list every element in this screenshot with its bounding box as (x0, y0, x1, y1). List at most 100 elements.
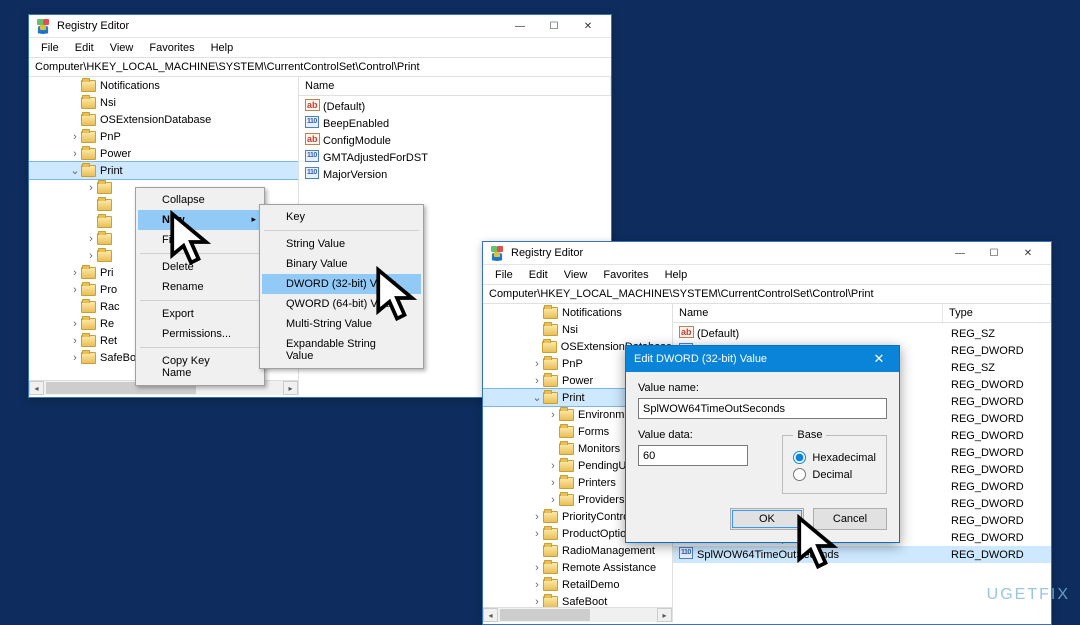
expand-icon[interactable]: › (69, 318, 81, 330)
minimize-button[interactable]: — (943, 242, 977, 264)
tree-item[interactable]: Notifications (29, 77, 298, 94)
cancel-button[interactable]: Cancel (813, 508, 887, 530)
address-bar[interactable]: Computer\HKEY_LOCAL_MACHINE\SYSTEM\Curre… (29, 58, 611, 77)
tree-item[interactable]: ⌄Print (29, 162, 298, 179)
name-column-header[interactable]: Name (299, 77, 611, 95)
titlebar[interactable]: Registry Editor — ☐ ✕ (483, 242, 1051, 265)
expand-icon[interactable]: › (531, 375, 543, 387)
value-row[interactable]: GMTAdjustedForDST (299, 149, 611, 166)
value-row[interactable]: ConfigModule (299, 132, 611, 149)
tree-item[interactable]: Notifications (483, 304, 672, 321)
value-row[interactable]: (Default) (299, 98, 611, 115)
menu-item[interactable]: Multi-String Value (262, 314, 421, 334)
expand-icon[interactable]: › (69, 352, 81, 364)
menu-item[interactable]: Permissions... (138, 324, 262, 344)
expand-icon[interactable]: › (531, 511, 543, 523)
expand-icon[interactable]: ⌄ (69, 164, 81, 177)
menu-favorites[interactable]: Favorites (595, 267, 656, 283)
menu-item[interactable]: Find... (138, 230, 262, 250)
value-row[interactable]: BeepEnabled (299, 115, 611, 132)
expand-icon[interactable]: › (531, 358, 543, 370)
menu-item[interactable]: QWORD (64-bit) Value (262, 294, 421, 314)
expand-icon[interactable]: › (531, 579, 543, 591)
expand-icon[interactable]: › (85, 182, 97, 194)
tree-item-label: RetailDemo (562, 579, 619, 591)
menu-edit[interactable]: Edit (67, 40, 102, 56)
expand-icon[interactable]: ⌄ (531, 391, 543, 404)
value-data-input[interactable] (638, 445, 748, 466)
titlebar[interactable]: Registry Editor — ☐ ✕ (29, 15, 611, 38)
menu-item[interactable]: Copy Key Name (138, 351, 262, 383)
expand-icon[interactable]: › (69, 267, 81, 279)
menu-item[interactable]: Expandable String Value (262, 334, 421, 366)
h-scrollbar[interactable]: ◂ ▸ (483, 607, 672, 622)
menu-item[interactable]: DWORD (32-bit) Value (262, 274, 421, 294)
scroll-right-button[interactable]: ▸ (657, 608, 672, 622)
menu-item[interactable]: Delete (138, 257, 262, 277)
minimize-button[interactable]: — (503, 15, 537, 37)
expand-icon[interactable]: › (69, 335, 81, 347)
menu-item[interactable]: Export (138, 304, 262, 324)
menu-help[interactable]: Help (657, 267, 696, 283)
menu-item[interactable]: Key (262, 207, 421, 227)
expand-icon[interactable]: › (547, 460, 559, 472)
value-row[interactable]: (Default)REG_SZ (673, 325, 1051, 342)
menu-favorites[interactable]: Favorites (141, 40, 202, 56)
tree-item-label: Power (562, 375, 593, 387)
value-row[interactable]: SplWOW64TimeOutSecondsREG_DWORD (673, 546, 1051, 563)
scroll-left-button[interactable]: ◂ (29, 381, 44, 395)
ok-button[interactable]: OK (730, 508, 804, 530)
expand-icon[interactable]: › (69, 148, 81, 160)
menu-item[interactable]: Binary Value (262, 254, 421, 274)
menu-file[interactable]: File (33, 40, 67, 56)
menu-item[interactable]: Collapse (138, 190, 262, 210)
address-bar[interactable]: Computer\HKEY_LOCAL_MACHINE\SYSTEM\Curre… (483, 285, 1051, 304)
menu-help[interactable]: Help (203, 40, 242, 56)
context-menu[interactable]: CollapseNewFind... DeleteRename ExportPerm… (135, 187, 265, 386)
scroll-thumb[interactable] (500, 609, 590, 621)
expand-icon[interactable]: › (85, 250, 97, 262)
expand-icon[interactable]: › (69, 284, 81, 296)
folder-icon (543, 511, 558, 523)
tree-item[interactable]: Nsi (29, 94, 298, 111)
expand-icon[interactable]: › (547, 409, 559, 421)
context-submenu-new[interactable]: Key String ValueBinary ValueDWORD (32-bit… (259, 204, 424, 369)
expand-icon[interactable]: › (531, 528, 543, 540)
tree-item[interactable]: Nsi (483, 321, 672, 338)
expand-icon[interactable]: › (531, 562, 543, 574)
tree-item[interactable]: ›PnP (29, 128, 298, 145)
folder-icon (81, 335, 96, 347)
expand-icon[interactable]: › (85, 233, 97, 245)
maximize-button[interactable]: ☐ (977, 242, 1011, 264)
menu-item[interactable]: Rename (138, 277, 262, 297)
maximize-button[interactable]: ☐ (537, 15, 571, 37)
tree-item[interactable]: OSExtensionDatabase (29, 111, 298, 128)
decimal-radio[interactable]: Decimal (793, 468, 876, 481)
expand-icon[interactable]: › (531, 596, 543, 608)
menu-item[interactable]: String Value (262, 234, 421, 254)
value-type: REG_DWORD (951, 379, 1024, 391)
tree-item[interactable]: ›Remote Assistance (483, 559, 672, 576)
name-column-header[interactable]: Name (673, 304, 943, 322)
menu-file[interactable]: File (487, 267, 521, 283)
close-button[interactable]: ✕ (1011, 242, 1045, 264)
hexadecimal-radio[interactable]: Hexadecimal (793, 451, 876, 464)
dialog-close-button[interactable]: ✕ (859, 346, 899, 372)
tree-item[interactable]: › RetailDemo (483, 576, 672, 593)
value-row[interactable]: MajorVersion (299, 166, 611, 183)
expand-icon[interactable]: › (547, 477, 559, 489)
menu-view[interactable]: View (102, 40, 142, 56)
type-column-header[interactable]: Type (943, 304, 1051, 322)
scroll-left-button[interactable]: ◂ (483, 608, 498, 622)
menu-edit[interactable]: Edit (521, 267, 556, 283)
close-button[interactable]: ✕ (571, 15, 605, 37)
menu-view[interactable]: View (556, 267, 596, 283)
tree-item[interactable]: RadioManagement (483, 542, 672, 559)
expand-icon[interactable]: › (69, 131, 81, 143)
tree-item[interactable]: ›Power (29, 145, 298, 162)
value-name-input[interactable] (638, 398, 887, 419)
menu-item[interactable]: New (138, 210, 262, 230)
expand-icon[interactable]: › (547, 494, 559, 506)
dialog-titlebar[interactable]: Edit DWORD (32-bit) Value ✕ (626, 346, 899, 372)
scroll-right-button[interactable]: ▸ (283, 381, 298, 395)
